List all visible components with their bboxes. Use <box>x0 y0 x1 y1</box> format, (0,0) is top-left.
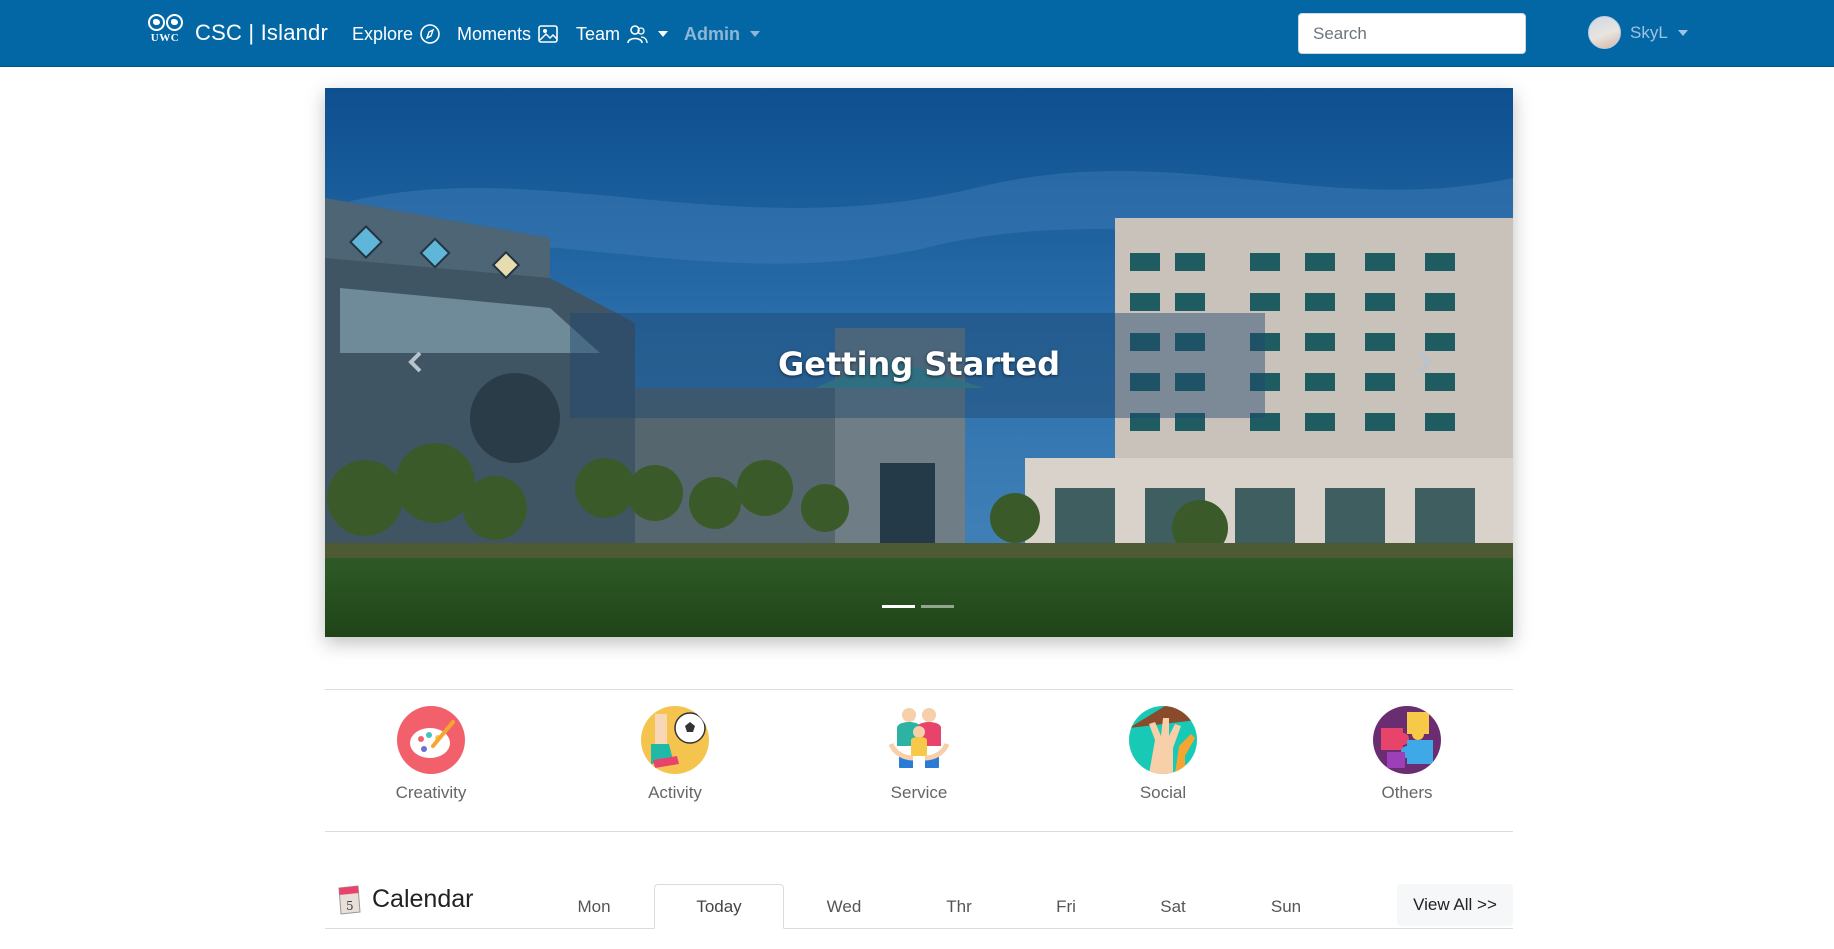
nav-moments-label: Moments <box>457 23 532 44</box>
category-activity[interactable]: Activity <box>605 706 745 803</box>
avatar <box>1588 16 1621 49</box>
puzzle-icon <box>1373 706 1441 774</box>
image-icon <box>537 23 559 45</box>
category-label: Social <box>1139 783 1187 802</box>
chevron-right-icon <box>1418 351 1432 373</box>
search-input[interactable] <box>1298 13 1526 54</box>
carousel-indicator-1[interactable] <box>882 605 915 608</box>
nav-moments[interactable]: Moments <box>457 22 559 46</box>
tab-thr[interactable]: Thr <box>929 884 989 929</box>
top-navbar: UWC CSC | Islandr Explore Moments Team A… <box>0 0 1834 67</box>
calendar-title: Calendar <box>372 884 474 913</box>
category-social[interactable]: Social <box>1093 706 1233 803</box>
hands-icon <box>1129 706 1197 774</box>
nav-team-label: Team <box>576 23 621 44</box>
chevron-down-icon <box>1677 29 1688 36</box>
user-menu-dropdown[interactable]: SkyL <box>1588 16 1688 49</box>
divider <box>325 689 1513 690</box>
nav-explore[interactable]: Explore <box>352 22 441 46</box>
category-service[interactable]: Service <box>849 706 989 803</box>
category-label: Activity <box>648 783 702 802</box>
tab-sun[interactable]: Sun <box>1256 884 1316 929</box>
category-label: Service <box>890 783 948 802</box>
hero-carousel: Getting Started <box>325 88 1513 637</box>
tab-today[interactable]: Today <box>654 884 784 929</box>
tab-mon[interactable]: Mon <box>564 884 624 929</box>
brand-link[interactable]: UWC CSC | Islandr <box>147 14 328 52</box>
chevron-down-icon <box>658 31 669 37</box>
carousel-prev-button[interactable] <box>396 342 436 382</box>
nav-team-dropdown[interactable]: Team <box>576 22 669 46</box>
category-creativity[interactable]: Creativity <box>361 706 501 803</box>
chevron-left-icon <box>408 351 422 373</box>
team-icon <box>626 23 648 45</box>
brand-title: CSC | Islandr <box>195 20 329 45</box>
nav-admin-dropdown[interactable]: Admin <box>684 22 760 46</box>
tab-wed[interactable]: Wed <box>814 884 874 929</box>
tab-fri[interactable]: Fri <box>1036 884 1096 929</box>
soccer-icon <box>641 706 709 774</box>
divider <box>325 831 1513 832</box>
carousel-caption: Getting Started <box>778 345 1060 383</box>
chevron-down-icon <box>750 31 760 37</box>
nav-explore-label: Explore <box>352 23 414 44</box>
carousel-indicator-2[interactable] <box>921 605 954 608</box>
tab-sat[interactable]: Sat <box>1143 884 1203 929</box>
tabs-baseline <box>325 928 1513 929</box>
carousel-indicators <box>882 605 954 608</box>
uwc-logo-icon: UWC <box>147 14 183 52</box>
calendar-icon: 5 <box>338 885 361 915</box>
calendar-heading: 5 Calendar <box>336 882 473 916</box>
palette-icon <box>397 706 465 774</box>
nav-admin-label: Admin <box>684 23 740 44</box>
category-label: Creativity <box>395 783 467 802</box>
carousel-next-button[interactable] <box>1404 342 1444 382</box>
view-all-button[interactable]: View All >> <box>1397 884 1513 926</box>
category-others[interactable]: Others <box>1337 706 1477 803</box>
category-label: Others <box>1381 783 1433 802</box>
svg-text:5: 5 <box>346 899 354 913</box>
people-icon <box>885 706 953 774</box>
user-name: SkyL <box>1630 22 1668 42</box>
compass-icon <box>419 23 441 45</box>
